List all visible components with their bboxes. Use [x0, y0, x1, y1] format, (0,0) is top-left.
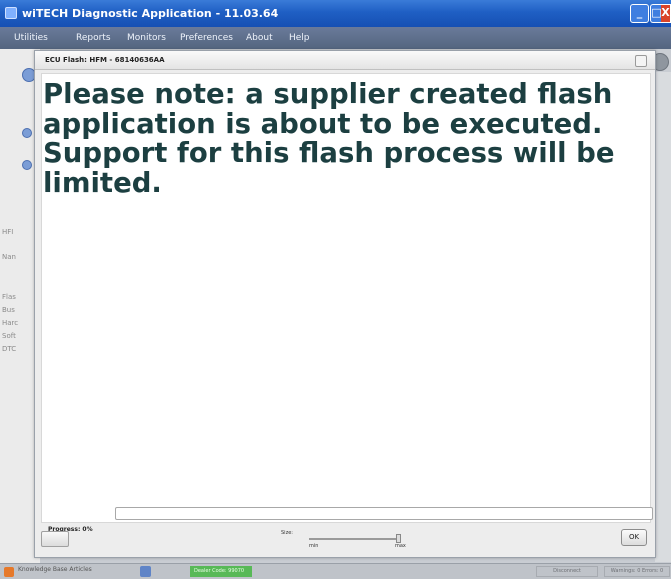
background-label: Harc [2, 319, 19, 327]
app-icon [5, 7, 17, 19]
info-icon[interactable] [22, 160, 32, 170]
size-label: Size: [281, 530, 293, 536]
menu-about[interactable]: About [246, 27, 273, 49]
info-icon[interactable] [22, 128, 32, 138]
background-label: HFI [2, 228, 14, 236]
slider-min-label: min [309, 543, 319, 549]
dialog-footer: Size: min max OK [41, 529, 651, 553]
network-icon[interactable] [140, 566, 151, 577]
minimize-button[interactable]: _ [630, 4, 649, 23]
dialog-title: ECU Flash: HFM - 68140636AA [35, 51, 655, 70]
dialog-close-button[interactable] [635, 55, 647, 67]
knowledge-base-link[interactable]: Knowledge Base Articles [18, 566, 92, 573]
background-label: Flas [2, 293, 16, 301]
ok-button[interactable]: OK [621, 529, 647, 546]
menu-preferences[interactable]: Preferences [180, 27, 233, 49]
background-label: Bus [2, 306, 15, 314]
warnings-errors-status[interactable]: Warnings: 0 Errors: 0 [604, 566, 670, 577]
background-right-panel [655, 72, 671, 562]
ecu-flash-dialog: ECU Flash: HFM - 68140636AA Please note:… [34, 50, 656, 558]
knowledge-base-icon[interactable] [4, 567, 14, 577]
background-label: Soft [2, 332, 16, 340]
dealer-code-badge: Dealer Code: 99070 [190, 566, 252, 577]
window-title: wiTECH Diagnostic Application - 11.03.64 [22, 7, 279, 20]
window-titlebar: wiTECH Diagnostic Application - 11.03.64… [0, 0, 671, 27]
menu-utilities[interactable]: Utilities [14, 27, 48, 49]
background-label: Nan [2, 253, 16, 261]
progress-bar [115, 507, 653, 520]
menu-reports[interactable]: Reports [76, 27, 111, 49]
menu-monitors[interactable]: Monitors [127, 27, 166, 49]
close-button[interactable]: X [661, 4, 671, 23]
menu-help[interactable]: Help [289, 27, 310, 49]
menu-bar: Utilities Reports Monitors Preferences A… [0, 27, 671, 49]
secondary-button[interactable] [41, 531, 69, 547]
disconnect-button[interactable]: Disconnect [536, 566, 598, 577]
size-slider[interactable] [309, 538, 399, 540]
supplier-flash-notice: Please note: a supplier created flash ap… [43, 78, 615, 199]
status-bar: Knowledge Base Articles Dealer Code: 990… [0, 563, 671, 579]
size-slider-thumb[interactable] [396, 534, 401, 543]
background-label: DTC [2, 345, 17, 353]
slider-max-label: max [395, 543, 406, 549]
message-panel: Please note: a supplier created flash ap… [41, 73, 653, 533]
